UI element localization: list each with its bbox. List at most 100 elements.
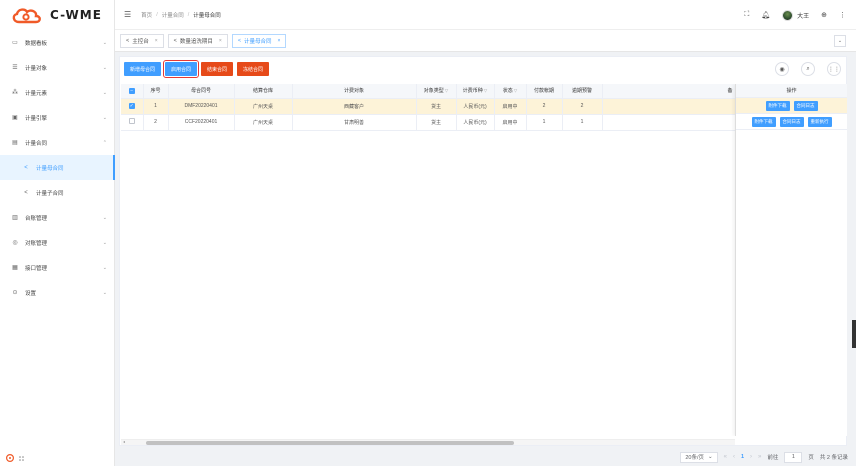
chevron-down-icon: ⌄ xyxy=(102,64,107,71)
column-header: 逾期预警 xyxy=(562,84,603,99)
cell-contract-no: CCF20220401 xyxy=(168,114,235,131)
operations-row: 附件下载 合同日志 xyxy=(736,98,847,114)
last-page-icon[interactable]: » xyxy=(758,454,761,460)
eye-icon[interactable]: ◉ xyxy=(775,62,789,76)
horizontal-scrollbar[interactable]: ◂ xyxy=(121,439,735,445)
side-drawer-handle[interactable] xyxy=(852,320,856,348)
sidebar-item-0[interactable]: ▭ 数据看板 ⌄ xyxy=(0,30,115,55)
sidebar-item-6[interactable]: < 计量子合同 xyxy=(0,180,115,205)
freeze-contract-button[interactable]: 冻结合同 xyxy=(237,62,270,76)
cell-status: 启用中 xyxy=(494,114,527,131)
cell-object: 西藏客户 xyxy=(292,98,417,115)
close-icon[interactable]: × xyxy=(278,38,281,44)
tab-dashboard[interactable]: < 主控台 × xyxy=(120,33,164,48)
enable-contract-button[interactable]: 启用合同 xyxy=(163,60,200,78)
contract-table: − 序号 母合同号 结算仓库 计费对象 对象类型▽ 计费币种▽ 状态▽ 付款帐期… xyxy=(121,84,847,436)
sidebar-item-7[interactable]: ▥ 台账管理 ⌄ xyxy=(0,205,115,230)
operations-row: 附件下载 合同日志 重新执行 xyxy=(736,114,847,130)
cell-object-type: 货主 xyxy=(416,114,457,131)
breadcrumb-home[interactable]: 首页 xyxy=(141,11,152,19)
sidebar-item-3[interactable]: ▣ 计量引擎 ⌄ xyxy=(0,105,115,130)
filter-icon[interactable]: ▽ xyxy=(484,88,487,93)
sidebar-item-5[interactable]: < 计量母合同 xyxy=(0,155,115,180)
cell-warehouse: 广州天桌 xyxy=(234,98,293,115)
sidebar-item-label: 计量母合同 xyxy=(36,165,64,172)
sidebar-item-label: 计量合同 xyxy=(25,140,48,147)
logo[interactable]: C-WME xyxy=(0,0,114,30)
share-icon: < xyxy=(237,37,242,44)
column-header: 付款帐期 xyxy=(526,84,563,99)
sidebar-item-label: 计量元素 xyxy=(25,90,48,97)
sidebar-item-label: 接口管理 xyxy=(25,265,48,272)
re-execute-button[interactable]: 重新执行 xyxy=(807,116,832,127)
database-icon: ☰ xyxy=(12,65,18,71)
sidebar: C-WME ▭ 数据看板 ⌄ ☰ 计量对象 ⌄ ⁂ 计量元素 ⌄ ▣ 计量引擎 ⌄ ▤ 计量合同 ⌃ < 计量母… xyxy=(0,0,115,466)
toolbar: 新增母合同 启用合同 结束合同 冻结合同 xyxy=(124,60,270,78)
engine-icon: ▣ xyxy=(12,115,18,121)
download-attachment-button[interactable]: 附件下载 xyxy=(751,116,776,127)
row-select-cell[interactable] xyxy=(121,114,144,131)
table-row[interactable]: ✓ 1 DMF20220401 广州天桌 西藏客户 货主 人民币(元) 启用中 … xyxy=(121,98,736,115)
cell-overdue-warning: 1 xyxy=(562,114,603,131)
column-header: 母合同号 xyxy=(168,84,235,99)
tab-data-wash[interactable]: < 数量追洗期目 × xyxy=(167,33,228,48)
goto-page-input[interactable]: 1 xyxy=(784,451,803,463)
filter-icon[interactable]: ▽ xyxy=(445,88,448,93)
avatar xyxy=(782,9,794,21)
next-page-icon[interactable]: › xyxy=(750,454,752,460)
bell-icon[interactable]: 🔔︎ xyxy=(761,11,770,19)
chevron-down-icon: ⌄ xyxy=(102,89,107,96)
first-page-icon[interactable]: « xyxy=(724,454,727,460)
end-contract-button[interactable]: 结束合同 xyxy=(201,62,234,76)
globe-icon[interactable]: ⊕ xyxy=(821,11,827,19)
prev-page-icon[interactable]: ‹ xyxy=(733,454,735,460)
download-attachment-button[interactable]: 附件下载 xyxy=(765,100,790,111)
row-checkbox[interactable]: ✓ xyxy=(128,103,135,109)
table-row[interactable]: 2 CCF20220401 广州天桌 甘肃明善 货主 人民币(元) 启用中 1 … xyxy=(121,114,736,131)
goto-label: 前往 xyxy=(767,455,779,461)
grid-dots-icon[interactable] xyxy=(18,455,25,462)
monitor-icon: ▭ xyxy=(12,40,18,46)
tab-parent-contract[interactable]: < 计量母合同 × xyxy=(231,33,287,48)
filter-icon[interactable]: ▽ xyxy=(514,88,517,93)
fullscreen-icon[interactable]: ⛶ xyxy=(744,11,749,19)
sidebar-item-8[interactable]: ◎ 对账管理 ⌄ xyxy=(0,230,115,255)
column-header-filterable[interactable]: 计费币种▽ xyxy=(456,84,495,99)
row-select-cell[interactable]: ✓ xyxy=(121,98,144,115)
select-all-cell[interactable]: − xyxy=(121,84,144,99)
sidebar-item-4[interactable]: ▤ 计量合同 ⌃ xyxy=(0,130,115,155)
columns-grid-icon[interactable]: ⋮⋮ xyxy=(827,62,841,76)
breadcrumb-contract[interactable]: 计量合同 xyxy=(162,11,184,19)
chevron-down-icon: ⌄ xyxy=(102,214,107,221)
scrollbar-thumb[interactable] xyxy=(146,441,514,445)
sidebar-item-9[interactable]: ▦ 接口管理 ⌄ xyxy=(0,255,115,280)
share-icon: < xyxy=(173,37,177,44)
search-icon[interactable]: ⌕ xyxy=(801,62,815,76)
sidebar-item-label: 计量引擎 xyxy=(25,115,48,122)
column-header-filterable[interactable]: 状态▽ xyxy=(494,84,527,99)
tabs-dropdown-button[interactable]: ⌄ xyxy=(834,35,846,47)
add-parent-contract-button[interactable]: 新增母合同 xyxy=(124,62,162,76)
current-page[interactable]: 1 xyxy=(741,454,744,460)
close-icon[interactable]: × xyxy=(155,38,158,44)
sidebar-item-10[interactable]: ⊙ 设置 ⌄ xyxy=(0,280,115,305)
scroll-left-icon[interactable]: ◂ xyxy=(123,439,125,444)
select-all-checkbox[interactable]: − xyxy=(128,87,135,94)
hamburger-menu-icon[interactable]: ☰ xyxy=(124,10,131,19)
column-header-filterable[interactable]: 对象类型▽ xyxy=(416,84,457,99)
close-icon[interactable]: × xyxy=(219,38,222,44)
column-header: 结算仓库 xyxy=(234,84,293,99)
cell-currency: 人民币(元) xyxy=(456,114,495,131)
page-size-select[interactable]: 20条/页 ⌄ xyxy=(680,451,718,463)
sidebar-item-1[interactable]: ☰ 计量对象 ⌄ xyxy=(0,55,115,80)
row-checkbox[interactable] xyxy=(128,118,135,124)
sidebar-item-label: 台账管理 xyxy=(25,215,48,222)
contract-log-button[interactable]: 合同日志 xyxy=(779,116,804,127)
sidebar-menu: ▭ 数据看板 ⌄ ☰ 计量对象 ⌄ ⁂ 计量元素 ⌄ ▣ 计量引擎 ⌄ ▤ 计量合同 ⌃ < 计量母合同 < 计量子… xyxy=(0,30,115,305)
contract-log-button[interactable]: 合同日志 xyxy=(793,100,818,111)
sidebar-item-2[interactable]: ⁂ 计量元素 ⌄ xyxy=(0,80,115,105)
brand-badge-icon[interactable] xyxy=(6,454,14,462)
more-icon[interactable]: ⋮ xyxy=(839,11,846,19)
chevron-up-icon: ⌃ xyxy=(102,139,107,146)
user-menu[interactable]: 大王 xyxy=(782,9,809,21)
